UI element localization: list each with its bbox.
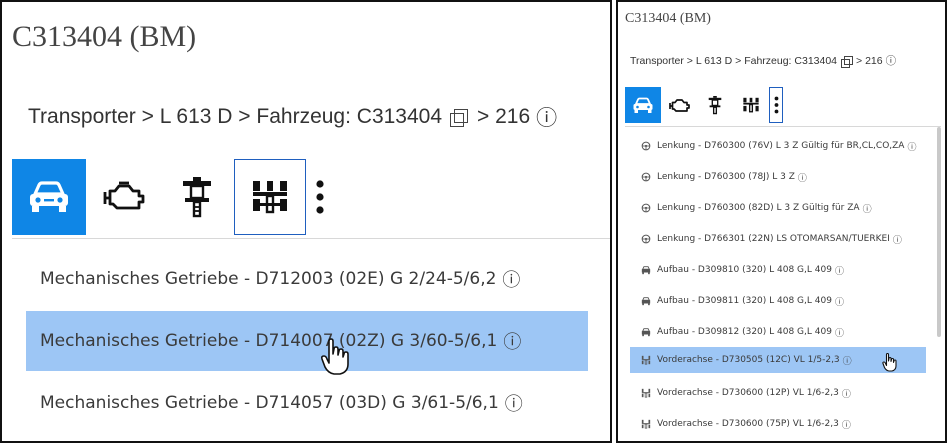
list-item-label: Mechanisches Getriebe - D712003 (02E) G … (40, 269, 497, 289)
breadcrumb: Transporter > L 613 D > Fahrzeug: C31340… (28, 102, 557, 132)
steering-icon (641, 141, 651, 151)
info-icon[interactable]: ⓘ (835, 264, 844, 277)
engine-icon (103, 181, 145, 210)
more-icon (774, 96, 778, 114)
breadcrumb-path[interactable]: Transporter > L 613 D > Fahrzeug: C31340… (630, 55, 837, 67)
component-dropdown: Mechanisches Getriebe - D712003 (02E) G … (12, 238, 610, 441)
info-icon[interactable]: ⓘ (843, 354, 852, 367)
more-icon (316, 180, 324, 214)
tab-engine[interactable] (661, 87, 697, 123)
breadcrumb-suffix: > 216 (856, 54, 883, 67)
transmission-icon (183, 177, 211, 218)
list-item[interactable]: Lenkung - D760300 (78J) L 3 Z ⓘ (630, 164, 926, 190)
body-icon (641, 297, 651, 306)
more-button[interactable] (306, 159, 334, 235)
tab-vehicle[interactable] (625, 87, 661, 123)
info-icon[interactable]: ⓘ (502, 266, 520, 292)
breadcrumb: Transporter > L 613 D > Fahrzeug: C31340… (630, 53, 896, 68)
category-toolbar (625, 87, 783, 123)
list-item-label: Aufbau - D309811 (320) L 408 G,L 409 (657, 296, 832, 306)
tab-transmission[interactable] (697, 87, 733, 123)
more-button[interactable] (769, 87, 783, 123)
list-item[interactable]: Aufbau - D309812 (320) L 408 G,L 409 ⓘ (630, 319, 926, 345)
tab-transmission[interactable] (160, 159, 234, 235)
list-item-label: Vorderachse - D730600 (12P) VL 1/6-2,3 (657, 388, 839, 398)
list-item[interactable]: Lenkung - D766301 (22N) LS OTOMARSAN/TUE… (630, 226, 926, 252)
info-icon[interactable]: ⓘ (798, 171, 807, 184)
info-icon[interactable]: ⓘ (835, 326, 844, 339)
list-item-label: Vorderachse - D730505 (12C) VL 1/5-2,3 (657, 355, 840, 365)
copy-icon[interactable] (841, 55, 854, 68)
list-item-label: Mechanisches Getriebe - D714057 (03D) G … (40, 393, 499, 413)
steering-icon (641, 172, 651, 182)
tab-vehicle[interactable] (12, 159, 86, 235)
list-item-selected[interactable]: Mechanisches Getriebe - D714007 (02Z) G … (26, 311, 588, 371)
axle-icon (253, 181, 287, 214)
list-item[interactable]: Mechanisches Getriebe - D712003 (02E) G … (26, 249, 588, 309)
list-item-label: Lenkung - D766301 (22N) LS OTOMARSAN/TUE… (657, 234, 890, 244)
list-item-label: Mechanisches Getriebe - D714007 (02Z) G … (40, 331, 498, 351)
list-item[interactable]: Vorderachse - D730600 (12P) VL 1/6-2,3 ⓘ (630, 380, 926, 406)
body-icon (641, 328, 651, 337)
transmission-icon (708, 96, 722, 115)
front-axle-icon (641, 355, 651, 365)
list-item-label: Lenkung - D760300 (76V) L 3 Z Gültig für… (657, 141, 905, 151)
tab-axle[interactable] (234, 159, 306, 235)
list-item-label: Lenkung - D760300 (82D) L 3 Z Gültig für… (657, 203, 860, 213)
axle-icon (743, 97, 759, 113)
tab-axle[interactable] (733, 87, 769, 123)
zoomed-view-panel: C313404 (BM) Transporter > L 613 D > Fah… (0, 0, 612, 443)
steering-icon (641, 234, 651, 244)
overview-panel: C313404 (BM) Transporter > L 613 D > Fah… (616, 0, 947, 443)
list-item[interactable]: Mechanisches Getriebe - D714057 (03D) G … (26, 373, 588, 433)
info-icon[interactable]: ⓘ (503, 328, 521, 354)
front-axle-icon (641, 419, 651, 429)
info-icon[interactable]: ⓘ (907, 140, 916, 153)
list-item-label: Lenkung - D760300 (78J) L 3 Z (657, 172, 795, 182)
breadcrumb-path[interactable]: Transporter > L 613 D > Fahrzeug: C31340… (28, 105, 442, 129)
list-item-label: Aufbau - D309812 (320) L 408 G,L 409 (657, 327, 832, 337)
page-title: C313404 (BM) (625, 11, 711, 26)
list-item-label: Vorderachse - D730600 (75P) VL 1/6-2,3 (657, 419, 839, 429)
info-icon[interactable]: ⓘ (536, 102, 557, 132)
body-icon (641, 266, 651, 275)
list-item[interactable]: Aufbau - D309810 (320) L 408 G,L 409 ⓘ (630, 257, 926, 283)
tab-engine[interactable] (86, 159, 160, 235)
list-item-selected[interactable]: Vorderachse - D730505 (12C) VL 1/5-2,3 ⓘ (630, 347, 926, 373)
page-title: C313404 (BM) (12, 20, 197, 53)
front-axle-icon (641, 388, 651, 398)
list-item[interactable]: Vorderachse - D730600 (75P) VL 1/6-2,3 ⓘ (630, 411, 926, 437)
info-icon[interactable]: ⓘ (863, 202, 872, 215)
list-item[interactable]: Lenkung - D760300 (82D) L 3 Z Gültig für… (630, 195, 926, 221)
steering-icon (641, 203, 651, 213)
copy-icon[interactable] (450, 108, 469, 127)
vehicle-icon (633, 97, 653, 113)
list-item[interactable]: Aufbau - D309811 (320) L 408 G,L 409 ⓘ (630, 288, 926, 314)
list-item[interactable]: Lenkung - D760300 (76V) L 3 Z Gültig für… (630, 133, 926, 159)
info-icon[interactable]: ⓘ (835, 295, 844, 308)
info-icon[interactable]: ⓘ (886, 53, 897, 68)
engine-icon (669, 98, 690, 112)
category-toolbar (12, 159, 334, 235)
info-icon[interactable]: ⓘ (505, 390, 523, 416)
scrollbar[interactable] (937, 127, 941, 337)
info-icon[interactable]: ⓘ (893, 233, 902, 246)
info-icon[interactable]: ⓘ (842, 418, 851, 431)
info-icon[interactable]: ⓘ (842, 387, 851, 400)
list-item-label: Aufbau - D309810 (320) L 408 G,L 409 (657, 265, 832, 275)
breadcrumb-suffix: > 216 (477, 105, 531, 128)
vehicle-icon (30, 181, 68, 212)
component-dropdown: Lenkung - D760300 (76V) L 3 Z Gültig für… (625, 126, 941, 441)
